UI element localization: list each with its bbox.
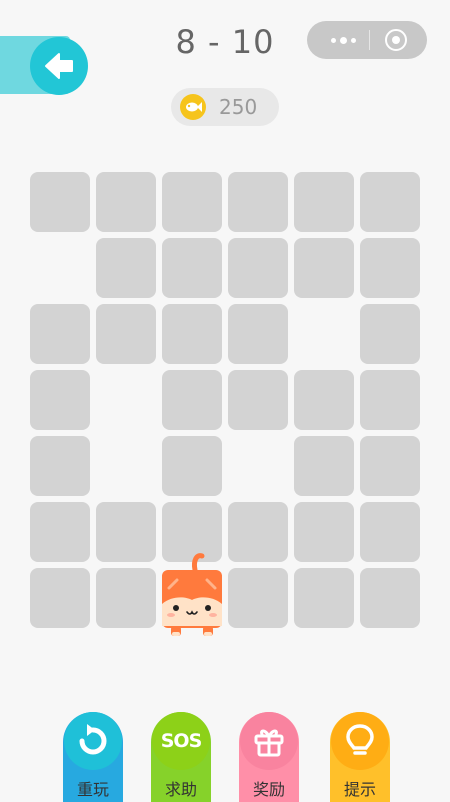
- board-tile[interactable]: [162, 304, 222, 364]
- reward-label: 奖励: [252, 780, 285, 799]
- board-tile[interactable]: [360, 568, 420, 628]
- close-target-button[interactable]: [385, 29, 407, 51]
- coin-count: 250: [219, 95, 258, 119]
- board-tile[interactable]: [228, 304, 288, 364]
- board-tile[interactable]: [360, 370, 420, 430]
- board-tile[interactable]: [30, 172, 90, 232]
- reward-button[interactable]: 奖励: [239, 712, 299, 802]
- board-tile[interactable]: [162, 238, 222, 298]
- board-tile[interactable]: [228, 502, 288, 562]
- board-tile[interactable]: [162, 172, 222, 232]
- gift-icon: [240, 712, 298, 770]
- board-tile[interactable]: [294, 172, 354, 232]
- board-tile[interactable]: [30, 436, 90, 496]
- replay-label: 重玩: [76, 780, 109, 799]
- replay-icon: [64, 712, 122, 770]
- bulb-icon: [331, 712, 389, 770]
- arrow-left-icon: [42, 49, 76, 83]
- replay-button[interactable]: 重玩: [63, 712, 123, 802]
- board-tile[interactable]: [96, 304, 156, 364]
- board-tile[interactable]: [360, 238, 420, 298]
- board-tile[interactable]: [360, 502, 420, 562]
- board-tile[interactable]: [30, 370, 90, 430]
- board-tile[interactable]: [162, 370, 222, 430]
- sos-icon-text: SOS: [160, 730, 203, 752]
- board-tile[interactable]: [228, 238, 288, 298]
- board-tile[interactable]: [294, 568, 354, 628]
- board-tile[interactable]: [96, 172, 156, 232]
- mini-program-capsule: [307, 21, 427, 59]
- board-tile[interactable]: [96, 568, 156, 628]
- board-tile[interactable]: [360, 436, 420, 496]
- more-dots-icon-center: [339, 36, 347, 44]
- board-tile[interactable]: [228, 568, 288, 628]
- sos-icon: SOS: [152, 712, 210, 770]
- more-menu-button[interactable]: [321, 21, 365, 59]
- board-tile[interactable]: [228, 172, 288, 232]
- back-button[interactable]: [30, 37, 88, 95]
- more-dots-icon-right: [350, 37, 356, 43]
- cat-character[interactable]: [159, 548, 225, 640]
- board-tile[interactable]: [360, 172, 420, 232]
- board-tile[interactable]: [294, 502, 354, 562]
- board-tile[interactable]: [96, 238, 156, 298]
- coin-counter: 250: [171, 88, 279, 126]
- board-tile[interactable]: [294, 238, 354, 298]
- board-tile[interactable]: [30, 568, 90, 628]
- hint-label: 提示: [343, 780, 376, 799]
- level-indicator: 8 - 10: [175, 23, 275, 61]
- sos-label: 求助: [164, 780, 197, 799]
- sos-button[interactable]: SOS 求助: [151, 712, 211, 802]
- board-tile[interactable]: [30, 502, 90, 562]
- more-dots-icon: [330, 37, 336, 43]
- fish-coin-icon: [180, 94, 206, 120]
- board-tile[interactable]: [294, 370, 354, 430]
- board-tile[interactable]: [360, 304, 420, 364]
- board-tile[interactable]: [162, 436, 222, 496]
- board-tile[interactable]: [294, 436, 354, 496]
- board-tile[interactable]: [96, 502, 156, 562]
- board-tile[interactable]: [228, 370, 288, 430]
- capsule-divider: [369, 30, 370, 50]
- hint-button[interactable]: 提示: [330, 712, 390, 802]
- board-tile[interactable]: [30, 304, 90, 364]
